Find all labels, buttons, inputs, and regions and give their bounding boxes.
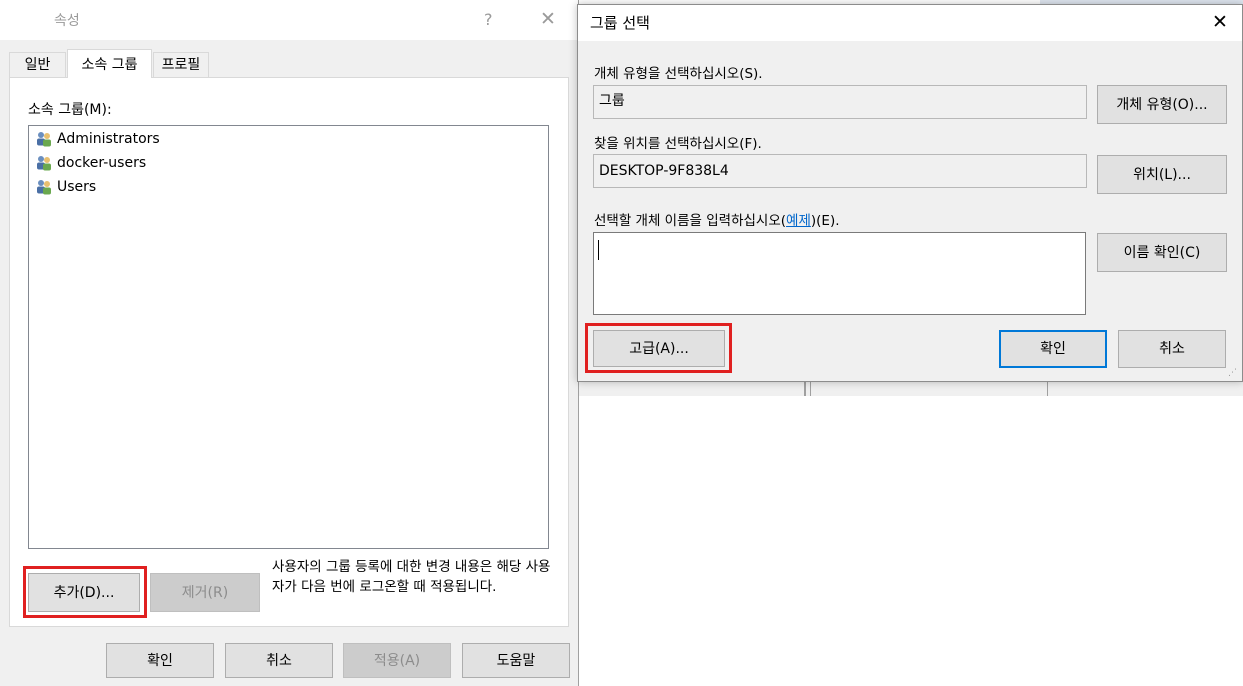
group-icon: [37, 180, 51, 195]
help-button[interactable]: 도움말: [462, 643, 570, 678]
location-field: DESKTOP-9F838L4: [593, 154, 1087, 188]
dialog-ok-button[interactable]: 확인: [999, 330, 1107, 368]
highlight-box-add: [23, 566, 147, 618]
locations-button[interactable]: 위치(L)...: [1097, 155, 1227, 194]
divider: [1047, 380, 1048, 396]
group-name: docker-users: [57, 155, 147, 171]
text-caret: [598, 240, 599, 260]
member-of-label: 소속 그룹(M):: [28, 102, 112, 118]
divider: [804, 380, 806, 396]
object-name-label: 선택할 개체 이름을 입력하십시오(예제)(E).: [594, 209, 840, 229]
list-item-administrators[interactable]: Administrators: [35, 128, 160, 150]
group-name: Administrators: [57, 131, 160, 147]
object-types-button[interactable]: 개체 유형(O)...: [1097, 85, 1227, 124]
location-label: 찾을 위치를 선택하십시오(F).: [594, 136, 762, 152]
group-icon: [37, 132, 51, 147]
background-window-fragment: [579, 380, 1243, 396]
divider: [810, 380, 811, 396]
object-type-field: 그룹: [593, 85, 1087, 119]
ok-button[interactable]: 확인: [106, 643, 214, 678]
group-name: Users: [57, 179, 97, 195]
list-item-users[interactable]: Users: [35, 176, 96, 198]
highlight-box-advanced: [585, 323, 732, 373]
remove-button: 제거(R): [150, 573, 260, 612]
member-of-list[interactable]: Administrators docker-users Users: [28, 125, 549, 549]
examples-link[interactable]: 예제: [786, 213, 811, 229]
tab-member-of[interactable]: 소속 그룹: [67, 49, 152, 78]
list-item-docker-users[interactable]: docker-users: [35, 152, 146, 174]
dialog-titlebar: [578, 5, 1242, 41]
resize-grip-icon[interactable]: ⋰: [1228, 368, 1237, 378]
close-icon[interactable]: ✕: [540, 8, 556, 30]
properties-title: 속성: [54, 13, 80, 29]
object-names-input[interactable]: [593, 232, 1086, 315]
apply-button: 적용(A): [343, 643, 451, 678]
group-icon: [37, 156, 51, 171]
help-icon[interactable]: ?: [484, 10, 493, 29]
cancel-button[interactable]: 취소: [225, 643, 333, 678]
object-name-label-prefix: 선택할 개체 이름을 입력하십시오(: [594, 213, 787, 229]
tab-general[interactable]: 일반: [9, 52, 66, 77]
close-icon[interactable]: ✕: [1212, 11, 1228, 33]
tab-profile[interactable]: 프로필: [153, 52, 209, 77]
membership-notice: 사용자의 그룹 등록에 대한 변경 내용은 해당 사용자가 다음 번에 로그온할…: [272, 559, 551, 595]
check-names-button[interactable]: 이름 확인(C): [1097, 233, 1227, 272]
dialog-cancel-button[interactable]: 취소: [1118, 330, 1226, 368]
object-name-label-suffix: )(E).: [810, 213, 840, 229]
object-type-label: 개체 유형을 선택하십시오(S).: [594, 66, 763, 82]
dialog-title: 그룹 선택: [590, 14, 650, 32]
